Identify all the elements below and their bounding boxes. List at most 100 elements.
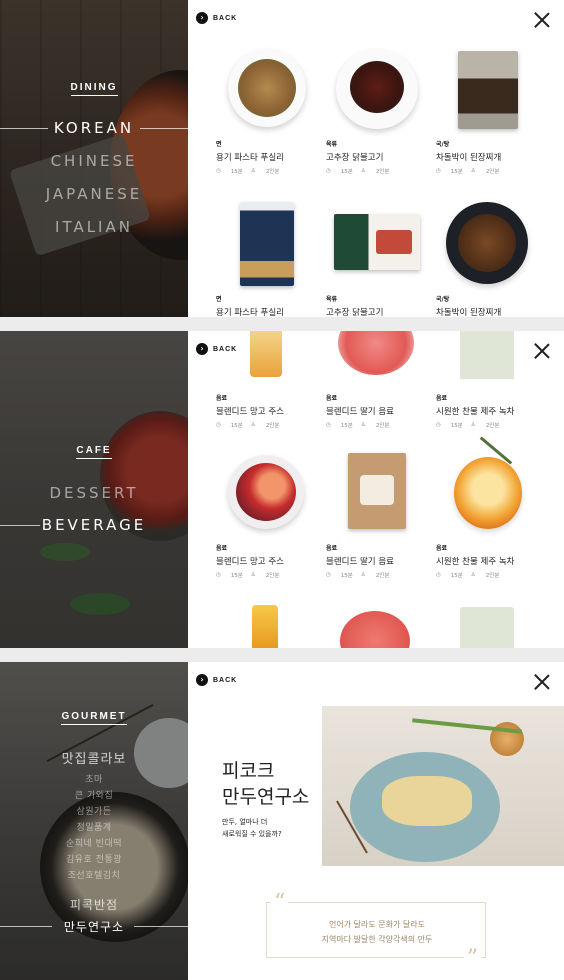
recipe-image <box>216 200 321 290</box>
menu-item-restaurant[interactable]: 정일품계 <box>0 820 188 833</box>
drink-category: 음료 <box>436 545 448 552</box>
drink-card[interactable]: 음료 블렌디드 딸기 음료 ◷ 15분 ♙ 2인분 <box>326 389 431 429</box>
drink-servings: 2인분 <box>265 573 280 579</box>
detail-title-line: 피코크 <box>222 760 275 782</box>
menu-item-collab[interactable]: 맛집콜라보 <box>0 748 188 767</box>
menu-item-chinese[interactable]: CHINESE <box>0 152 188 170</box>
recipe-card[interactable]: 국/탕 차돌박이 된장찌개 ◷ 15분 ♙ 2인분 <box>436 45 541 175</box>
clock-icon: ◷ <box>216 572 221 578</box>
menu-item-restaurant[interactable]: 김유호 전통광 <box>0 852 188 865</box>
detail-subtitle-line: 만두, 얼마나 더 <box>222 818 268 826</box>
menu-item-dessert[interactable]: DESSERT <box>0 484 188 502</box>
recipe-card[interactable]: 면 용기 파스타 푸실리 <box>216 200 321 317</box>
recipe-name: 차돌박이 된장찌개 <box>436 308 502 317</box>
section-title: CAFE <box>0 445 188 459</box>
person-icon: ♙ <box>470 572 476 578</box>
person-icon: ♙ <box>250 422 256 428</box>
recipe-card[interactable]: 육류 고추장 닭불고기 <box>326 200 431 317</box>
drink-servings: 2인분 <box>485 573 500 579</box>
menu-item-restaurant[interactable]: 초마 <box>0 772 188 785</box>
detail-subtitle-line: 새로워질 수 있을까? <box>222 830 282 838</box>
back-button[interactable]: › BACK <box>196 674 237 686</box>
drink-card[interactable]: 음료 시원한 찬물 제주 녹차 ◷ 15분 ♙ 2인분 <box>436 436 541 579</box>
drink-card[interactable]: 음료 블렌디드 망고 주스 ◷ 15분 ♙ 2인분 <box>216 389 321 429</box>
recipe-time: 15분 <box>340 169 353 175</box>
chevron-left-icon: › <box>196 343 208 355</box>
clock-icon: ◷ <box>326 168 331 174</box>
person-icon: ♙ <box>360 168 366 174</box>
recipe-category: 육류 <box>326 141 338 148</box>
person-icon: ♙ <box>470 422 476 428</box>
drink-name: 블렌디드 딸기 음료 <box>326 407 394 417</box>
menu-item-peacock-banjeom[interactable]: 피콕반점 <box>0 896 188 913</box>
person-icon: ♙ <box>360 572 366 578</box>
drink-time: 15분 <box>230 573 243 579</box>
menu-item-restaurant[interactable]: 순희네 빈대떡 <box>0 836 188 849</box>
strawberry-drink-image <box>340 611 410 648</box>
menu-item-restaurant[interactable]: 큰 기와집 <box>0 788 188 801</box>
drink-time: 15분 <box>450 423 463 429</box>
gourmet-content: › BACK 피코크 만두연구소 만두, 얼마나 더 새로워질 수 있을까? “… <box>188 662 564 980</box>
drink-card[interactable]: 음료 블렌디드 망고 주스 ◷ 15분 ♙ 2인분 <box>216 449 321 579</box>
gourmet-screen: GOURMET 맛집콜라보 초마 큰 기와집 삼원가든 정일품계 순희네 빈대떡… <box>0 662 564 980</box>
drink-servings: 2인분 <box>485 423 500 429</box>
drink-category: 음료 <box>216 545 228 552</box>
cafe-screen: CAFE DESSERT BEVERAGE › BACK 음료 블렌디드 망고 … <box>0 331 564 648</box>
drink-category: 음료 <box>436 395 448 402</box>
recipe-category: 면 <box>216 141 222 148</box>
clock-icon: ◷ <box>326 572 331 578</box>
clock-icon: ◷ <box>216 422 221 428</box>
drink-image <box>436 436 541 539</box>
drink-image <box>326 449 431 539</box>
drink-time: 15분 <box>340 573 353 579</box>
menu-item-restaurant[interactable]: 삼원가든 <box>0 804 188 817</box>
menu-item-beverage[interactable]: BEVERAGE <box>0 516 188 534</box>
green-tea-pack-image <box>460 607 514 648</box>
recipe-image <box>436 200 541 290</box>
drink-category: 음료 <box>326 545 338 552</box>
drink-time: 15분 <box>230 423 243 429</box>
back-label: BACK <box>213 14 238 22</box>
menu-item-restaurant[interactable]: 조선호텔김치 <box>0 868 188 881</box>
menu-item-korean[interactable]: KOREAN <box>0 119 188 137</box>
cafe-content: › BACK 음료 블렌디드 망고 주스 ◷ 15분 ♙ 2인분 음료 블렌디드 딸기… <box>188 331 564 648</box>
clock-icon: ◷ <box>326 422 331 428</box>
menu-item-japanese[interactable]: JAPANESE <box>0 185 188 203</box>
back-label: BACK <box>213 676 238 684</box>
recipe-servings: 2인분 <box>375 169 390 175</box>
drink-card[interactable]: 음료 블렌디드 딸기 음료 ◷ 15분 ♙ 2인분 <box>326 449 431 579</box>
person-icon: ♙ <box>250 168 256 174</box>
cafe-sidebar: CAFE DESSERT BEVERAGE <box>0 331 188 648</box>
back-button[interactable]: › BACK <box>196 12 237 24</box>
drink-servings: 2인분 <box>375 423 390 429</box>
drink-time: 15분 <box>450 573 463 579</box>
close-icon[interactable] <box>534 343 550 359</box>
mango-juice-bottle-image <box>252 605 278 648</box>
recipe-card[interactable]: 육류 고추장 닭불고기 ◷ 15분 ♙ 2인분 <box>326 45 431 175</box>
drink-name: 블렌디드 망고 주스 <box>216 407 284 417</box>
recipe-name: 고추장 닭불고기 <box>326 153 384 163</box>
detail-title-line: 만두연구소 <box>222 786 310 808</box>
recipe-card[interactable]: 면 용기 파스타 푸실리 ◷ 15분 ♙ 2인분 <box>216 45 321 175</box>
strawberry-drink-image <box>338 331 414 375</box>
back-button[interactable]: › BACK <box>196 343 237 355</box>
menu-item-dumpling-lab[interactable]: 만두연구소 <box>0 918 188 935</box>
recipe-image <box>216 45 321 135</box>
drink-servings: 2인분 <box>265 423 280 429</box>
green-tea-pack-image <box>460 331 514 379</box>
dining-screen: DINING KOREAN CHINESE JAPANESE ITALIAN ›… <box>0 0 564 317</box>
panel-divider <box>0 317 564 331</box>
recipe-card[interactable]: 국/탕 차돌박이 된장찌개 <box>436 200 541 317</box>
recipe-name: 용기 파스타 푸실리 <box>216 308 284 317</box>
recipe-name: 용기 파스타 푸실리 <box>216 153 284 163</box>
menu-item-italian[interactable]: ITALIAN <box>0 218 188 236</box>
close-icon[interactable] <box>534 12 550 28</box>
person-icon: ♙ <box>470 168 476 174</box>
clock-icon: ◷ <box>436 572 441 578</box>
quote-box: “ 언어가 달라도 문화가 달라도 지역마다 발달한 각양각색의 만두 ” <box>266 892 486 970</box>
drink-card[interactable]: 음료 시원한 찬물 제주 녹차 ◷ 15분 ♙ 2인분 <box>436 389 541 429</box>
close-icon[interactable] <box>534 674 550 690</box>
mango-juice-image <box>250 331 282 377</box>
drink-name: 시원한 찬물 제주 녹차 <box>436 407 515 417</box>
quote-line: 언어가 달라도 문화가 달라도 <box>329 920 425 929</box>
